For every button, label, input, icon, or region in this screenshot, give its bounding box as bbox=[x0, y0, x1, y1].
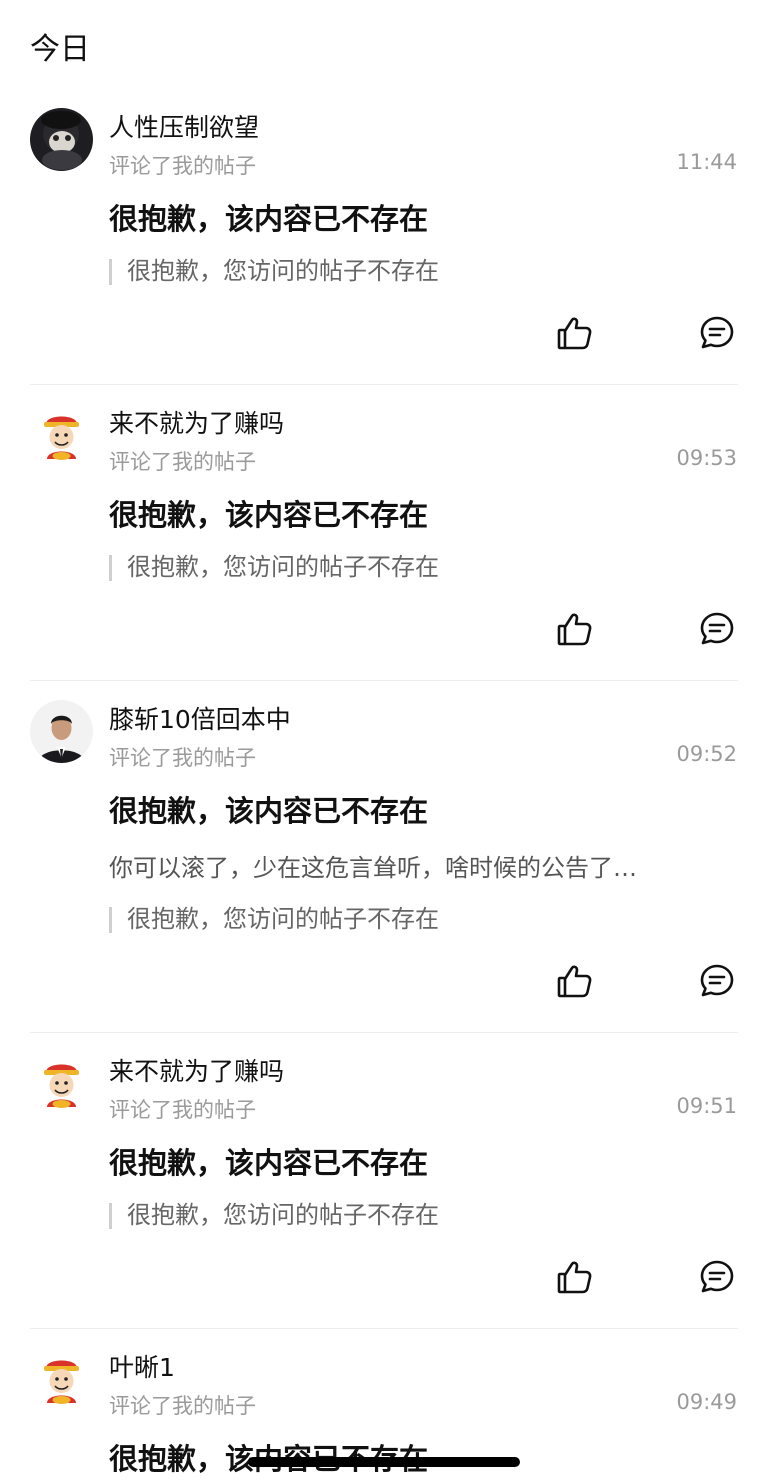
section-title: 今日 bbox=[30, 32, 90, 67]
quoted-post-text: 很抱歉，您访问的帖子不存在 bbox=[127, 1201, 439, 1229]
like-button[interactable] bbox=[555, 1257, 595, 1297]
quoted-post-text: 很抱歉，您访问的帖子不存在 bbox=[127, 257, 439, 285]
timestamp: 09:51 bbox=[676, 1094, 737, 1118]
like-button[interactable] bbox=[555, 313, 595, 353]
comment-bubble-icon bbox=[700, 1260, 734, 1293]
comment-headline[interactable]: 很抱歉，该内容已不存在 bbox=[109, 492, 428, 534]
avatar[interactable] bbox=[30, 404, 93, 467]
quote-bar bbox=[109, 259, 112, 285]
comment-headline[interactable]: 很抱歉，该内容已不存在 bbox=[109, 1140, 428, 1182]
action-text: 评论了我的帖子 bbox=[109, 1098, 256, 1122]
action-text: 评论了我的帖子 bbox=[109, 1394, 256, 1418]
avatar[interactable] bbox=[30, 1052, 93, 1115]
comment-button[interactable] bbox=[697, 961, 737, 1001]
action-text: 评论了我的帖子 bbox=[109, 450, 256, 474]
thumbs-up-icon bbox=[557, 1261, 592, 1294]
username[interactable]: 膝斩10倍回本中 bbox=[109, 700, 291, 736]
username[interactable]: 来不就为了赚吗 bbox=[109, 404, 284, 440]
comment-button[interactable] bbox=[697, 313, 737, 353]
notification-item[interactable]: 膝斩10倍回本中 评论了我的帖子 09:52 很抱歉，该内容已不存在 你可以滚了… bbox=[0, 700, 768, 1032]
quoted-post[interactable]: 很抱歉，您访问的帖子不存在 bbox=[109, 256, 439, 286]
like-button[interactable] bbox=[555, 961, 595, 1001]
avatar[interactable] bbox=[30, 700, 93, 763]
comment-button[interactable] bbox=[697, 1257, 737, 1297]
quoted-post[interactable]: 很抱歉，您访问的帖子不存在 bbox=[109, 552, 439, 582]
quoted-post[interactable]: 很抱歉，您访问的帖子不存在 bbox=[109, 1200, 439, 1230]
divider bbox=[30, 1032, 738, 1033]
quoted-post-text: 很抱歉，您访问的帖子不存在 bbox=[127, 553, 439, 581]
action-text: 评论了我的帖子 bbox=[109, 746, 256, 770]
thumbs-up-icon bbox=[557, 613, 592, 646]
reply-text[interactable]: 你可以滚了，少在这危言耸听，啥时候的公告了… bbox=[109, 848, 719, 883]
quote-bar bbox=[109, 555, 112, 581]
action-text: 评论了我的帖子 bbox=[109, 154, 256, 178]
timestamp: 09:49 bbox=[676, 1390, 737, 1414]
avatar[interactable] bbox=[30, 108, 93, 171]
quoted-post-text: 很抱歉，您访问的帖子不存在 bbox=[127, 905, 439, 933]
home-indicator[interactable] bbox=[248, 1457, 520, 1467]
fortune-god-avatar-icon bbox=[30, 1348, 93, 1411]
notification-item[interactable]: 来不就为了赚吗 评论了我的帖子 09:53 很抱歉，该内容已不存在 很抱歉，您访… bbox=[0, 404, 768, 700]
quote-bar bbox=[109, 907, 112, 933]
quote-bar bbox=[109, 1203, 112, 1229]
fortune-god-avatar-icon bbox=[30, 404, 93, 467]
username[interactable]: 人性压制欲望 bbox=[109, 108, 259, 144]
username[interactable]: 来不就为了赚吗 bbox=[109, 1052, 284, 1088]
avatar[interactable] bbox=[30, 1348, 93, 1411]
thumbs-up-icon bbox=[557, 965, 592, 998]
comment-bubble-icon bbox=[700, 612, 734, 645]
notification-item[interactable]: 来不就为了赚吗 评论了我的帖子 09:51 很抱歉，该内容已不存在 很抱歉，您访… bbox=[0, 1052, 768, 1348]
quoted-post[interactable]: 很抱歉，您访问的帖子不存在 bbox=[109, 904, 439, 934]
timestamp: 09:53 bbox=[676, 446, 737, 470]
comment-bubble-icon bbox=[700, 964, 734, 997]
timestamp: 09:52 bbox=[676, 742, 737, 766]
comment-headline[interactable]: 很抱歉，该内容已不存在 bbox=[109, 788, 428, 830]
comment-button[interactable] bbox=[697, 609, 737, 649]
cat-photo-avatar-icon bbox=[30, 108, 93, 171]
notification-item[interactable]: 人性压制欲望 评论了我的帖子 11:44 很抱歉，该内容已不存在 很抱歉，您访问… bbox=[0, 108, 768, 404]
man-in-suit-avatar-icon bbox=[30, 700, 93, 763]
divider bbox=[30, 384, 738, 385]
comment-bubble-icon bbox=[700, 316, 734, 349]
username[interactable]: 叶晰1 bbox=[109, 1348, 175, 1384]
fortune-god-avatar-icon bbox=[30, 1052, 93, 1115]
thumbs-up-icon bbox=[557, 317, 592, 350]
timestamp: 11:44 bbox=[676, 150, 737, 174]
divider bbox=[30, 680, 738, 681]
comment-headline[interactable]: 很抱歉，该内容已不存在 bbox=[109, 196, 428, 238]
divider bbox=[30, 1328, 738, 1329]
like-button[interactable] bbox=[555, 609, 595, 649]
